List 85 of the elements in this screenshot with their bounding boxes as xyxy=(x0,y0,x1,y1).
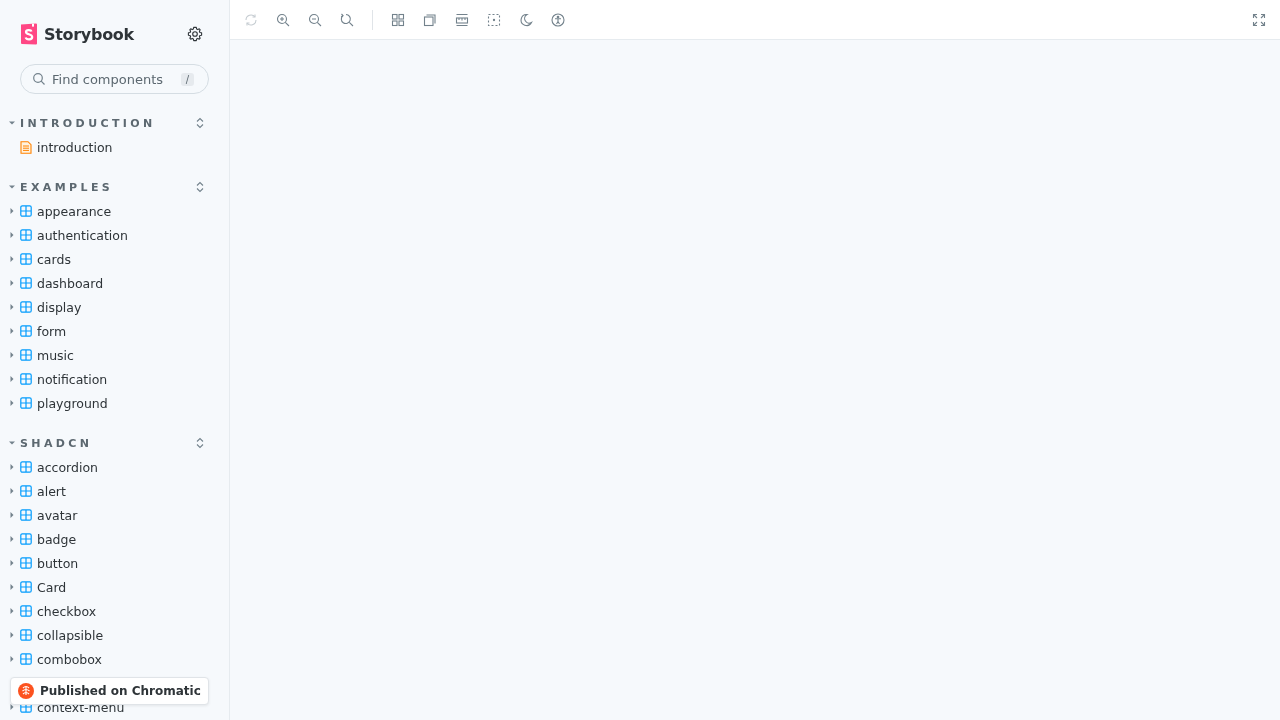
section-title[interactable]: SHADCN xyxy=(20,436,195,450)
caret-icon[interactable] xyxy=(9,607,15,615)
tree-item[interactable]: introduction xyxy=(37,139,113,155)
component-icon xyxy=(20,461,32,473)
caret-icon[interactable] xyxy=(9,511,15,519)
measure-icon[interactable] xyxy=(455,12,469,27)
caret-icon[interactable] xyxy=(8,119,16,127)
component-icon xyxy=(20,301,32,313)
tree-item[interactable]: display xyxy=(37,299,82,315)
background-icon[interactable] xyxy=(423,12,437,27)
component-icon xyxy=(20,557,32,569)
tree-item[interactable]: button xyxy=(37,555,79,571)
caret-icon[interactable] xyxy=(8,439,16,447)
tree-item[interactable]: combobox xyxy=(37,651,102,667)
expand-collapse-icon[interactable] xyxy=(195,181,205,193)
tree-item[interactable]: music xyxy=(37,347,74,363)
zoom-in-icon[interactable] xyxy=(276,12,290,27)
section-title[interactable]: EXAMPLES xyxy=(20,180,195,194)
component-icon xyxy=(20,581,32,593)
tree-item[interactable]: badge xyxy=(37,531,77,547)
caret-icon[interactable] xyxy=(9,631,15,639)
tree-item[interactable]: collapsible xyxy=(37,627,104,643)
shortcut-key: / xyxy=(180,72,194,86)
component-icon xyxy=(20,397,32,409)
expand-collapse-icon[interactable] xyxy=(195,117,205,129)
caret-icon[interactable] xyxy=(9,327,15,335)
caret-icon[interactable] xyxy=(9,303,15,311)
tree-item[interactable]: avatar xyxy=(37,507,78,523)
tree-item[interactable]: cards xyxy=(37,251,71,267)
tree-item[interactable]: playground xyxy=(37,395,108,411)
document-icon xyxy=(20,140,32,154)
zoom-reset-icon[interactable] xyxy=(340,12,354,27)
badge-label: Published on Chromatic xyxy=(40,684,201,698)
component-icon xyxy=(20,205,32,217)
search-input[interactable]: Find components xyxy=(52,71,175,87)
caret-icon[interactable] xyxy=(9,231,15,239)
settings-icon[interactable] xyxy=(187,26,203,42)
component-icon xyxy=(20,533,32,545)
theme-icon[interactable] xyxy=(519,12,533,27)
component-icon xyxy=(20,253,32,265)
section-title[interactable]: INTRODUCTION xyxy=(20,116,195,130)
component-icon xyxy=(20,653,32,665)
search-icon xyxy=(32,72,46,86)
tree-item[interactable]: checkbox xyxy=(37,603,97,619)
caret-icon[interactable] xyxy=(9,207,15,215)
caret-icon[interactable] xyxy=(9,375,15,383)
tree-item[interactable]: accordion xyxy=(37,459,98,475)
caret-icon[interactable] xyxy=(9,255,15,263)
caret-icon[interactable] xyxy=(9,583,15,591)
logo-icon xyxy=(20,23,38,45)
accessibility-icon[interactable] xyxy=(551,12,565,27)
tree-item[interactable]: alert xyxy=(37,483,66,499)
caret-icon[interactable] xyxy=(9,559,15,567)
component-icon xyxy=(20,277,32,289)
tree-item[interactable]: dashboard xyxy=(37,275,104,291)
brand-name: Storybook xyxy=(44,24,134,44)
caret-icon[interactable] xyxy=(9,703,15,711)
tree-item[interactable]: notification xyxy=(37,371,108,387)
tree-item[interactable]: appearance xyxy=(37,203,112,219)
grid-icon[interactable] xyxy=(391,12,405,27)
caret-icon[interactable] xyxy=(9,279,15,287)
caret-icon[interactable] xyxy=(9,535,15,543)
component-icon xyxy=(20,349,32,361)
component-icon xyxy=(20,325,32,337)
fullscreen-icon[interactable] xyxy=(1252,12,1266,27)
caret-icon[interactable] xyxy=(9,399,15,407)
tree-item[interactable]: authentication xyxy=(37,227,128,243)
caret-icon[interactable] xyxy=(9,655,15,663)
expand-collapse-icon[interactable] xyxy=(195,437,205,449)
chromatic-logo-icon xyxy=(18,683,34,699)
component-icon xyxy=(20,373,32,385)
component-icon xyxy=(20,629,32,641)
component-icon xyxy=(20,229,32,241)
component-icon xyxy=(20,509,32,521)
component-icon xyxy=(20,605,32,617)
caret-icon[interactable] xyxy=(9,351,15,359)
tree-item[interactable]: form xyxy=(37,323,67,339)
caret-icon[interactable] xyxy=(9,463,15,471)
caret-icon[interactable] xyxy=(9,487,15,495)
zoom-out-icon[interactable] xyxy=(308,12,322,27)
published-toast[interactable]: Published on Chromatic xyxy=(10,677,209,705)
outline-icon[interactable] xyxy=(487,12,501,27)
tree-item[interactable]: Card xyxy=(37,579,67,595)
caret-icon[interactable] xyxy=(8,183,16,191)
component-icon xyxy=(20,485,32,497)
